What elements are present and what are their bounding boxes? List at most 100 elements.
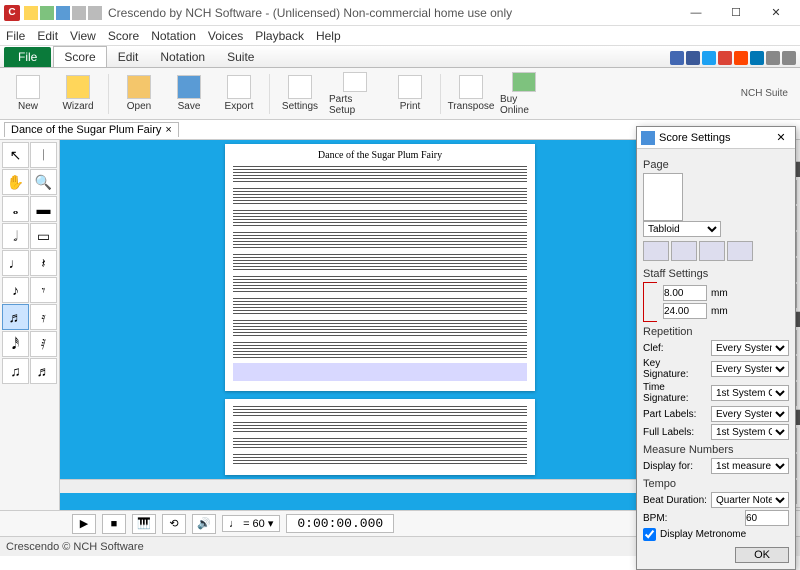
orient-option[interactable] bbox=[643, 241, 669, 261]
staff-spacing-1[interactable] bbox=[663, 285, 707, 301]
tab-file[interactable]: File bbox=[4, 47, 51, 67]
volume-button[interactable]: 🔊 bbox=[192, 514, 216, 534]
sixteenth-note-tool[interactable]: ♬ bbox=[2, 304, 29, 330]
tab-score[interactable]: Score bbox=[53, 46, 106, 67]
score-page-2 bbox=[225, 399, 535, 475]
partlabels-select[interactable]: Every System bbox=[711, 406, 789, 422]
tempo-display[interactable]: ♩ = 60 ▾ bbox=[222, 515, 280, 532]
qat-icon[interactable] bbox=[40, 6, 54, 20]
qat-icon[interactable] bbox=[56, 6, 70, 20]
menu-help[interactable]: Help bbox=[316, 29, 341, 43]
repeat-button[interactable]: ⟲ bbox=[162, 514, 186, 534]
nch-suite-label[interactable]: NCH Suite bbox=[741, 88, 794, 99]
title-bar: C Crescendo by NCH Software - (Unlicense… bbox=[0, 0, 800, 26]
doc-tab[interactable]: Dance of the Sugar Plum Fairy× bbox=[4, 122, 179, 137]
linkedin-icon[interactable] bbox=[750, 51, 764, 65]
whole-note-tool[interactable]: 𝅝 bbox=[2, 196, 29, 222]
beat-select[interactable]: Quarter Note bbox=[711, 492, 789, 508]
close-tab-icon[interactable]: × bbox=[165, 124, 171, 136]
qat-icon[interactable] bbox=[24, 6, 38, 20]
play-button[interactable]: ▶ bbox=[72, 514, 96, 534]
minimize-button[interactable]: — bbox=[676, 3, 716, 23]
bar-tool[interactable]: 𝄀 bbox=[30, 142, 57, 168]
instrument-button[interactable]: 🎹 bbox=[132, 514, 156, 534]
like-icon[interactable] bbox=[686, 51, 700, 65]
open-button[interactable]: Open bbox=[117, 71, 161, 117]
dialog-close-button[interactable]: ✕ bbox=[771, 131, 791, 144]
score-canvas[interactable]: Dance of the Sugar Plum Fairy bbox=[60, 140, 700, 510]
menu-notation[interactable]: Notation bbox=[151, 29, 196, 43]
save-button[interactable]: Save bbox=[167, 71, 211, 117]
staff-group-label: Staff Settings bbox=[643, 268, 789, 280]
horizontal-scrollbar[interactable] bbox=[60, 479, 700, 493]
timesig-select[interactable]: 1st System Only bbox=[711, 385, 789, 401]
tab-suite[interactable]: Suite bbox=[216, 46, 265, 67]
wizard-button[interactable]: Wizard bbox=[56, 71, 100, 117]
google-icon[interactable] bbox=[718, 51, 732, 65]
toolbox: ↖ 𝄀 ✋ 🔍 𝅝 ▬ 𝅗𝅥 ▭ ♩ 𝄽 ♪ 𝄾 ♬ 𝄿 𝅘𝅥𝅰 𝅀 ♫ ♬ bbox=[0, 140, 60, 510]
undo-icon[interactable] bbox=[72, 6, 86, 20]
parts-setup-button[interactable]: Parts Setup bbox=[328, 71, 382, 117]
tab-notation[interactable]: Notation bbox=[149, 46, 216, 67]
dialog-title: Score Settings bbox=[659, 132, 731, 144]
menu-voices[interactable]: Voices bbox=[208, 29, 243, 43]
metronome-checkbox[interactable] bbox=[643, 528, 656, 541]
eighth-note-tool[interactable]: ♪ bbox=[2, 277, 29, 303]
twitter-icon[interactable] bbox=[702, 51, 716, 65]
stop-button[interactable]: ■ bbox=[102, 514, 126, 534]
measure-select[interactable]: 1st measure of line bbox=[711, 458, 789, 474]
staff-spacing-2[interactable] bbox=[663, 303, 707, 319]
orient-option[interactable] bbox=[727, 241, 753, 261]
menu-file[interactable]: File bbox=[6, 29, 25, 43]
zoom-tool[interactable]: 🔍 bbox=[30, 169, 57, 195]
menu-edit[interactable]: Edit bbox=[37, 29, 58, 43]
dialog-titlebar[interactable]: Score Settings ✕ bbox=[637, 127, 795, 149]
page-size-select[interactable]: Tabloid bbox=[643, 221, 721, 237]
transpose-button[interactable]: Transpose bbox=[449, 71, 493, 117]
close-button[interactable]: ✕ bbox=[756, 3, 796, 23]
staff-bracket-icon bbox=[643, 282, 657, 322]
menu-score[interactable]: Score bbox=[108, 29, 139, 43]
reddit-icon[interactable] bbox=[734, 51, 748, 65]
quarter-note-tool[interactable]: ♩ bbox=[2, 250, 29, 276]
thirtysecond-rest-tool[interactable]: 𝅀 bbox=[30, 331, 57, 357]
eighth-rest-tool[interactable]: 𝄾 bbox=[30, 277, 57, 303]
beam-tool[interactable]: ♫ bbox=[2, 358, 29, 384]
keysig-select[interactable]: Every System bbox=[711, 361, 789, 377]
whole-rest-tool[interactable]: ▬ bbox=[30, 196, 57, 222]
export-icon bbox=[227, 75, 251, 99]
buy-button[interactable]: Buy Online bbox=[499, 71, 549, 117]
fulllabels-select[interactable]: 1st System Only bbox=[711, 424, 789, 440]
print-icon bbox=[398, 75, 422, 99]
orientation-buttons bbox=[643, 241, 753, 261]
quarter-rest-tool[interactable]: 𝄽 bbox=[30, 250, 57, 276]
tab-edit[interactable]: Edit bbox=[107, 46, 150, 67]
menu-view[interactable]: View bbox=[70, 29, 96, 43]
half-rest-tool[interactable]: ▭ bbox=[30, 223, 57, 249]
bpm-input[interactable] bbox=[745, 510, 789, 526]
orient-option[interactable] bbox=[699, 241, 725, 261]
settings-button[interactable]: Settings bbox=[278, 71, 322, 117]
thirtysecond-note-tool[interactable]: 𝅘𝅥𝅰 bbox=[2, 331, 29, 357]
pointer-tool[interactable]: ↖ bbox=[2, 142, 29, 168]
ok-button[interactable]: OK bbox=[735, 547, 789, 563]
menu-playback[interactable]: Playback bbox=[255, 29, 304, 43]
ribbon-tabs: File Score Edit Notation Suite bbox=[0, 46, 800, 68]
new-button[interactable]: New bbox=[6, 71, 50, 117]
print-button[interactable]: Print bbox=[388, 71, 432, 117]
export-button[interactable]: Export bbox=[217, 71, 261, 117]
half-note-tool[interactable]: 𝅗𝅥 bbox=[2, 223, 29, 249]
dropdown-icon[interactable] bbox=[782, 51, 796, 65]
redo-icon[interactable] bbox=[88, 6, 102, 20]
triplet-tool[interactable]: ♬ bbox=[30, 358, 57, 384]
score-page: Dance of the Sugar Plum Fairy bbox=[225, 144, 535, 391]
clef-select[interactable]: Every System bbox=[711, 340, 789, 356]
maximize-button[interactable]: ☐ bbox=[716, 3, 756, 23]
facebook-icon[interactable] bbox=[670, 51, 684, 65]
help-icon[interactable] bbox=[766, 51, 780, 65]
sixteenth-rest-tool[interactable]: 𝄿 bbox=[30, 304, 57, 330]
quick-access-toolbar bbox=[24, 6, 102, 20]
score-settings-dialog: Score Settings ✕ Page Tabloid Staff Sett… bbox=[636, 126, 796, 570]
hand-tool[interactable]: ✋ bbox=[2, 169, 29, 195]
orient-option[interactable] bbox=[671, 241, 697, 261]
